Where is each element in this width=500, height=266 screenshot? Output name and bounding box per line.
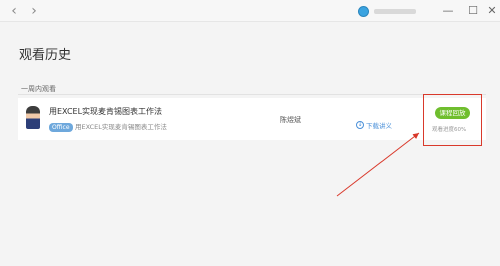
close-button[interactable]: ✕ xyxy=(484,2,500,20)
teacher-avatar xyxy=(26,106,40,129)
minimize-button[interactable]: — xyxy=(440,2,456,20)
course-card[interactable]: 用EXCEL实现麦肯锡图表工作法 Office 用EXCEL实现麦肯锡图表工作法… xyxy=(18,98,486,140)
user-avatar[interactable] xyxy=(358,6,369,17)
category-tag: Office xyxy=(49,123,73,132)
chevron-left-icon[interactable]: ‹ xyxy=(7,3,21,19)
highlight-annotation-box xyxy=(423,94,482,146)
replay-button[interactable]: 课程回放 xyxy=(435,107,470,119)
title-bar: ‹ › — ☐ ✕ xyxy=(0,0,500,22)
download-label: 下载讲义 xyxy=(366,121,392,130)
divider xyxy=(18,94,486,95)
page-title: 观看历史 xyxy=(19,48,72,63)
section-label: 一周内观看 xyxy=(21,85,56,93)
download-icon: ↓ xyxy=(356,120,364,129)
download-notes-link[interactable]: ↓ 下载讲义 xyxy=(356,114,392,130)
maximize-button[interactable]: ☐ xyxy=(465,2,481,20)
teacher-name: 陈煜斌 xyxy=(280,116,301,124)
chevron-right-icon[interactable]: › xyxy=(27,3,41,19)
user-name-redacted[interactable] xyxy=(374,9,416,14)
course-title[interactable]: 用EXCEL实现麦肯锡图表工作法 xyxy=(49,106,162,117)
course-subtitle: 用EXCEL实现麦肯锡图表工作法 xyxy=(75,123,167,131)
watch-progress-text: 观看进度60% xyxy=(432,127,467,133)
